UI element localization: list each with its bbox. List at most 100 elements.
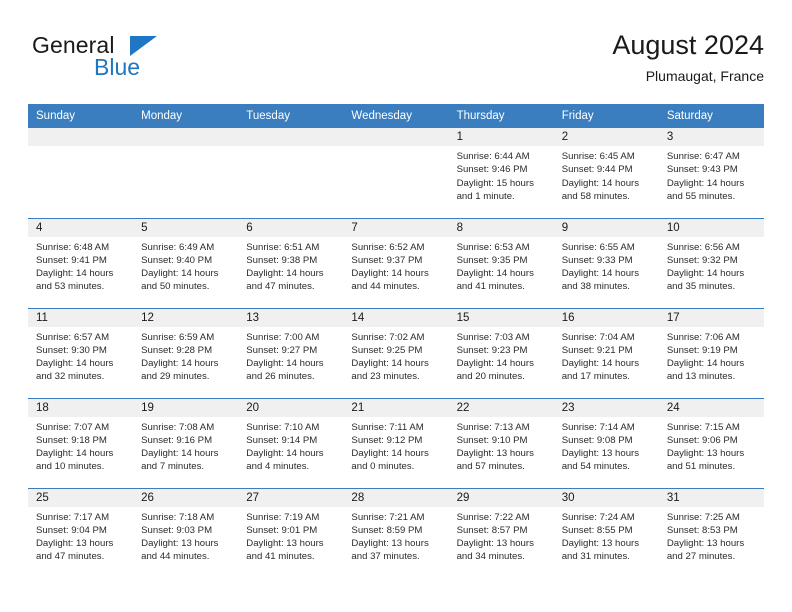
calendar-table: Sunday Monday Tuesday Wednesday Thursday… [28,104,764,578]
calendar-day-cell[interactable]: 6 Sunrise: 6:51 AM Sunset: 9:38 PM Daylight… [238,217,344,308]
day-number: 26 [133,488,239,507]
daylight-text-line1: Daylight: 14 hours [36,268,114,280]
calendar-day-cell[interactable]: 8 Sunrise: 6:53 AM Sunset: 9:35 PM Daylight… [448,217,554,308]
brand-logo[interactable]: General Blue [32,32,242,88]
calendar-day-cell[interactable]: 26 Sunrise: 7:18 AM Sunset: 9:03 PM Dayligh… [133,487,239,578]
calendar-day-cell[interactable]: 23 Sunrise: 7:14 AM Sunset: 9:08 PM Dayligh… [553,397,659,488]
sunrise-text: Sunrise: 7:10 AM [246,421,320,433]
calendar-day-cell[interactable]: 1 Sunrise: 6:44 AM Sunset: 9:46 PM Daylight… [448,128,554,218]
day-number: 31 [658,488,764,507]
sunrise-text: Sunrise: 7:13 AM [456,421,530,433]
calendar-day-cell[interactable]: 5 Sunrise: 6:49 AM Sunset: 9:40 PM Daylight… [133,217,239,308]
calendar-day-cell[interactable]: 2 Sunrise: 6:45 AM Sunset: 9:44 PM Daylight… [553,128,659,218]
day-details: Sunrise: 6:57 AM Sunset: 9:30 PM Daylight:… [28,327,133,388]
day-details: Sunrise: 7:02 AM Sunset: 9:25 PM Daylight:… [343,327,448,388]
calendar-day-cell[interactable]: 17 Sunrise: 7:06 AM Sunset: 9:19 PM Dayligh… [658,307,764,398]
daylight-text-line2: and 0 minutes. [351,461,415,473]
day-number: 18 [28,398,134,417]
calendar-day-cell[interactable]: 12 Sunrise: 6:59 AM Sunset: 9:28 PM Dayligh… [133,307,239,398]
calendar-day-cell[interactable]: 22 Sunrise: 7:13 AM Sunset: 9:10 PM Dayligh… [448,397,554,488]
daylight-text-line1: Daylight: 13 hours [666,448,745,460]
calendar-day-cell[interactable]: 13 Sunrise: 7:00 AM Sunset: 9:27 PM Dayligh… [238,307,344,398]
calendar-day-cell[interactable]: 4 Sunrise: 6:48 AM Sunset: 9:41 PM Daylight… [28,217,134,308]
daylight-text-line1: Daylight: 13 hours [456,538,534,550]
day-details: Sunrise: 7:25 AM Sunset: 8:53 PM Daylight:… [659,507,764,568]
calendar-cell-empty [238,128,344,218]
calendar-cell-empty [133,128,239,218]
calendar-day-cell[interactable]: 24 Sunrise: 7:15 AM Sunset: 9:06 PM Dayligh… [658,397,764,488]
day-details: Sunrise: 7:06 AM Sunset: 9:19 PM Daylight:… [659,327,764,388]
calendar-day-cell[interactable]: 20 Sunrise: 7:10 AM Sunset: 9:14 PM Dayligh… [238,397,344,488]
daylight-text-line2: and 53 minutes. [36,281,105,293]
sunrise-text: Sunrise: 6:59 AM [141,331,215,343]
daylight-text-line1: Daylight: 14 hours [561,177,640,189]
daylight-text-line1: Daylight: 13 hours [141,538,219,550]
calendar-week-row: 1 Sunrise: 6:44 AM Sunset: 9:46 PM Daylight… [28,128,764,218]
day-details: Sunrise: 6:47 AM Sunset: 9:43 PM Daylight:… [659,146,764,207]
calendar-day-cell[interactable]: 27 Sunrise: 7:19 AM Sunset: 9:01 PM Dayligh… [238,487,344,578]
daylight-text-line1: Daylight: 13 hours [456,448,534,460]
calendar-day-cell[interactable]: 18 Sunrise: 7:07 AM Sunset: 9:18 PM Dayligh… [28,397,134,488]
day-details: Sunrise: 7:21 AM Sunset: 8:59 PM Daylight:… [343,507,448,568]
sunrise-text: Sunrise: 7:06 AM [666,331,740,343]
calendar-day-cell[interactable]: 30 Sunrise: 7:24 AM Sunset: 8:55 PM Dayligh… [553,487,659,578]
sunset-text: Sunset: 9:40 PM [141,254,213,266]
calendar-day-cell[interactable]: 10 Sunrise: 6:56 AM Sunset: 9:32 PM Dayligh… [658,217,764,308]
calendar-day-cell[interactable]: 16 Sunrise: 7:04 AM Sunset: 9:21 PM Dayligh… [553,307,659,398]
calendar-day-cell[interactable]: 3 Sunrise: 6:47 AM Sunset: 9:43 PM Daylight… [658,128,764,218]
daylight-text-line2: and 47 minutes. [36,551,105,563]
day-details: Sunrise: 7:24 AM Sunset: 8:55 PM Daylight:… [554,507,659,568]
sunrise-text: Sunrise: 7:08 AM [141,421,215,433]
day-number: 19 [133,398,239,417]
calendar-day-cell[interactable]: 29 Sunrise: 7:22 AM Sunset: 8:57 PM Dayligh… [448,487,554,578]
day-number: 12 [133,308,239,327]
day-number [343,128,449,146]
day-details: Sunrise: 6:44 AM Sunset: 9:46 PM Daylight:… [449,146,554,207]
sunset-text: Sunset: 9:41 PM [36,254,107,266]
day-number: 11 [28,308,134,327]
daylight-text-line2: and 41 minutes. [456,281,525,293]
sunset-text: Sunset: 9:01 PM [246,524,318,536]
sunset-text: Sunset: 9:04 PM [36,524,107,536]
calendar-day-cell[interactable]: 9 Sunrise: 6:55 AM Sunset: 9:33 PM Daylight… [553,217,659,308]
daylight-text-line2: and 47 minutes. [246,281,315,293]
sunset-text: Sunset: 9:43 PM [666,164,738,176]
sunrise-text: Sunrise: 6:47 AM [666,151,740,162]
weekday-header-monday: Monday [133,104,239,128]
calendar-day-cell[interactable]: 28 Sunrise: 7:21 AM Sunset: 8:59 PM Dayligh… [343,487,449,578]
day-number: 7 [343,218,449,237]
daylight-text-line2: and 4 minutes. [246,461,310,473]
sunset-text: Sunset: 9:33 PM [561,254,633,266]
calendar-day-cell[interactable]: 25 Sunrise: 7:17 AM Sunset: 9:04 PM Dayligh… [28,487,134,578]
sunset-text: Sunset: 9:10 PM [456,434,528,446]
daylight-text-line1: Daylight: 13 hours [36,538,114,550]
calendar-header-row: Sunday Monday Tuesday Wednesday Thursday… [28,104,764,128]
sunset-text: Sunset: 9:08 PM [561,434,633,446]
sunset-text: Sunset: 9:12 PM [351,434,423,446]
calendar-day-cell[interactable]: 31 Sunrise: 7:25 AM Sunset: 8:53 PM Dayligh… [658,487,764,578]
sunset-text: Sunset: 9:21 PM [561,344,633,356]
sunset-text: Sunset: 9:46 PM [456,164,528,176]
daylight-text-line1: Daylight: 14 hours [246,448,324,460]
calendar-day-cell[interactable]: 21 Sunrise: 7:11 AM Sunset: 9:12 PM Dayligh… [343,397,449,488]
day-number: 24 [658,398,764,417]
calendar-body: 1 Sunrise: 6:44 AM Sunset: 9:46 PM Daylight… [28,128,764,578]
day-number: 17 [658,308,764,327]
day-number: 23 [553,398,659,417]
calendar-week-row: 11 Sunrise: 6:57 AM Sunset: 9:30 PM Dayligh… [28,307,764,398]
calendar-day-cell[interactable]: 11 Sunrise: 6:57 AM Sunset: 9:30 PM Dayligh… [28,307,134,398]
day-details: Sunrise: 7:04 AM Sunset: 9:21 PM Daylight:… [554,327,659,388]
calendar-day-cell[interactable]: 19 Sunrise: 7:08 AM Sunset: 9:16 PM Dayligh… [133,397,239,488]
daylight-text-line2: and 38 minutes. [561,281,630,293]
calendar-day-cell[interactable]: 14 Sunrise: 7:02 AM Sunset: 9:25 PM Dayligh… [343,307,449,398]
calendar-day-cell[interactable]: 7 Sunrise: 6:52 AM Sunset: 9:37 PM Daylight… [343,217,449,308]
calendar-day-cell[interactable]: 15 Sunrise: 7:03 AM Sunset: 9:23 PM Dayligh… [448,307,554,398]
daylight-text-line1: Daylight: 14 hours [36,358,114,370]
sunrise-text: Sunrise: 7:24 AM [561,511,635,523]
daylight-text-line2: and 35 minutes. [666,281,736,293]
day-number [238,128,344,146]
sunrise-text: Sunrise: 7:17 AM [36,511,110,523]
daylight-text-line2: and 32 minutes. [36,371,105,383]
day-details: Sunrise: 7:13 AM Sunset: 9:10 PM Daylight:… [449,417,554,478]
day-number: 9 [553,218,659,237]
